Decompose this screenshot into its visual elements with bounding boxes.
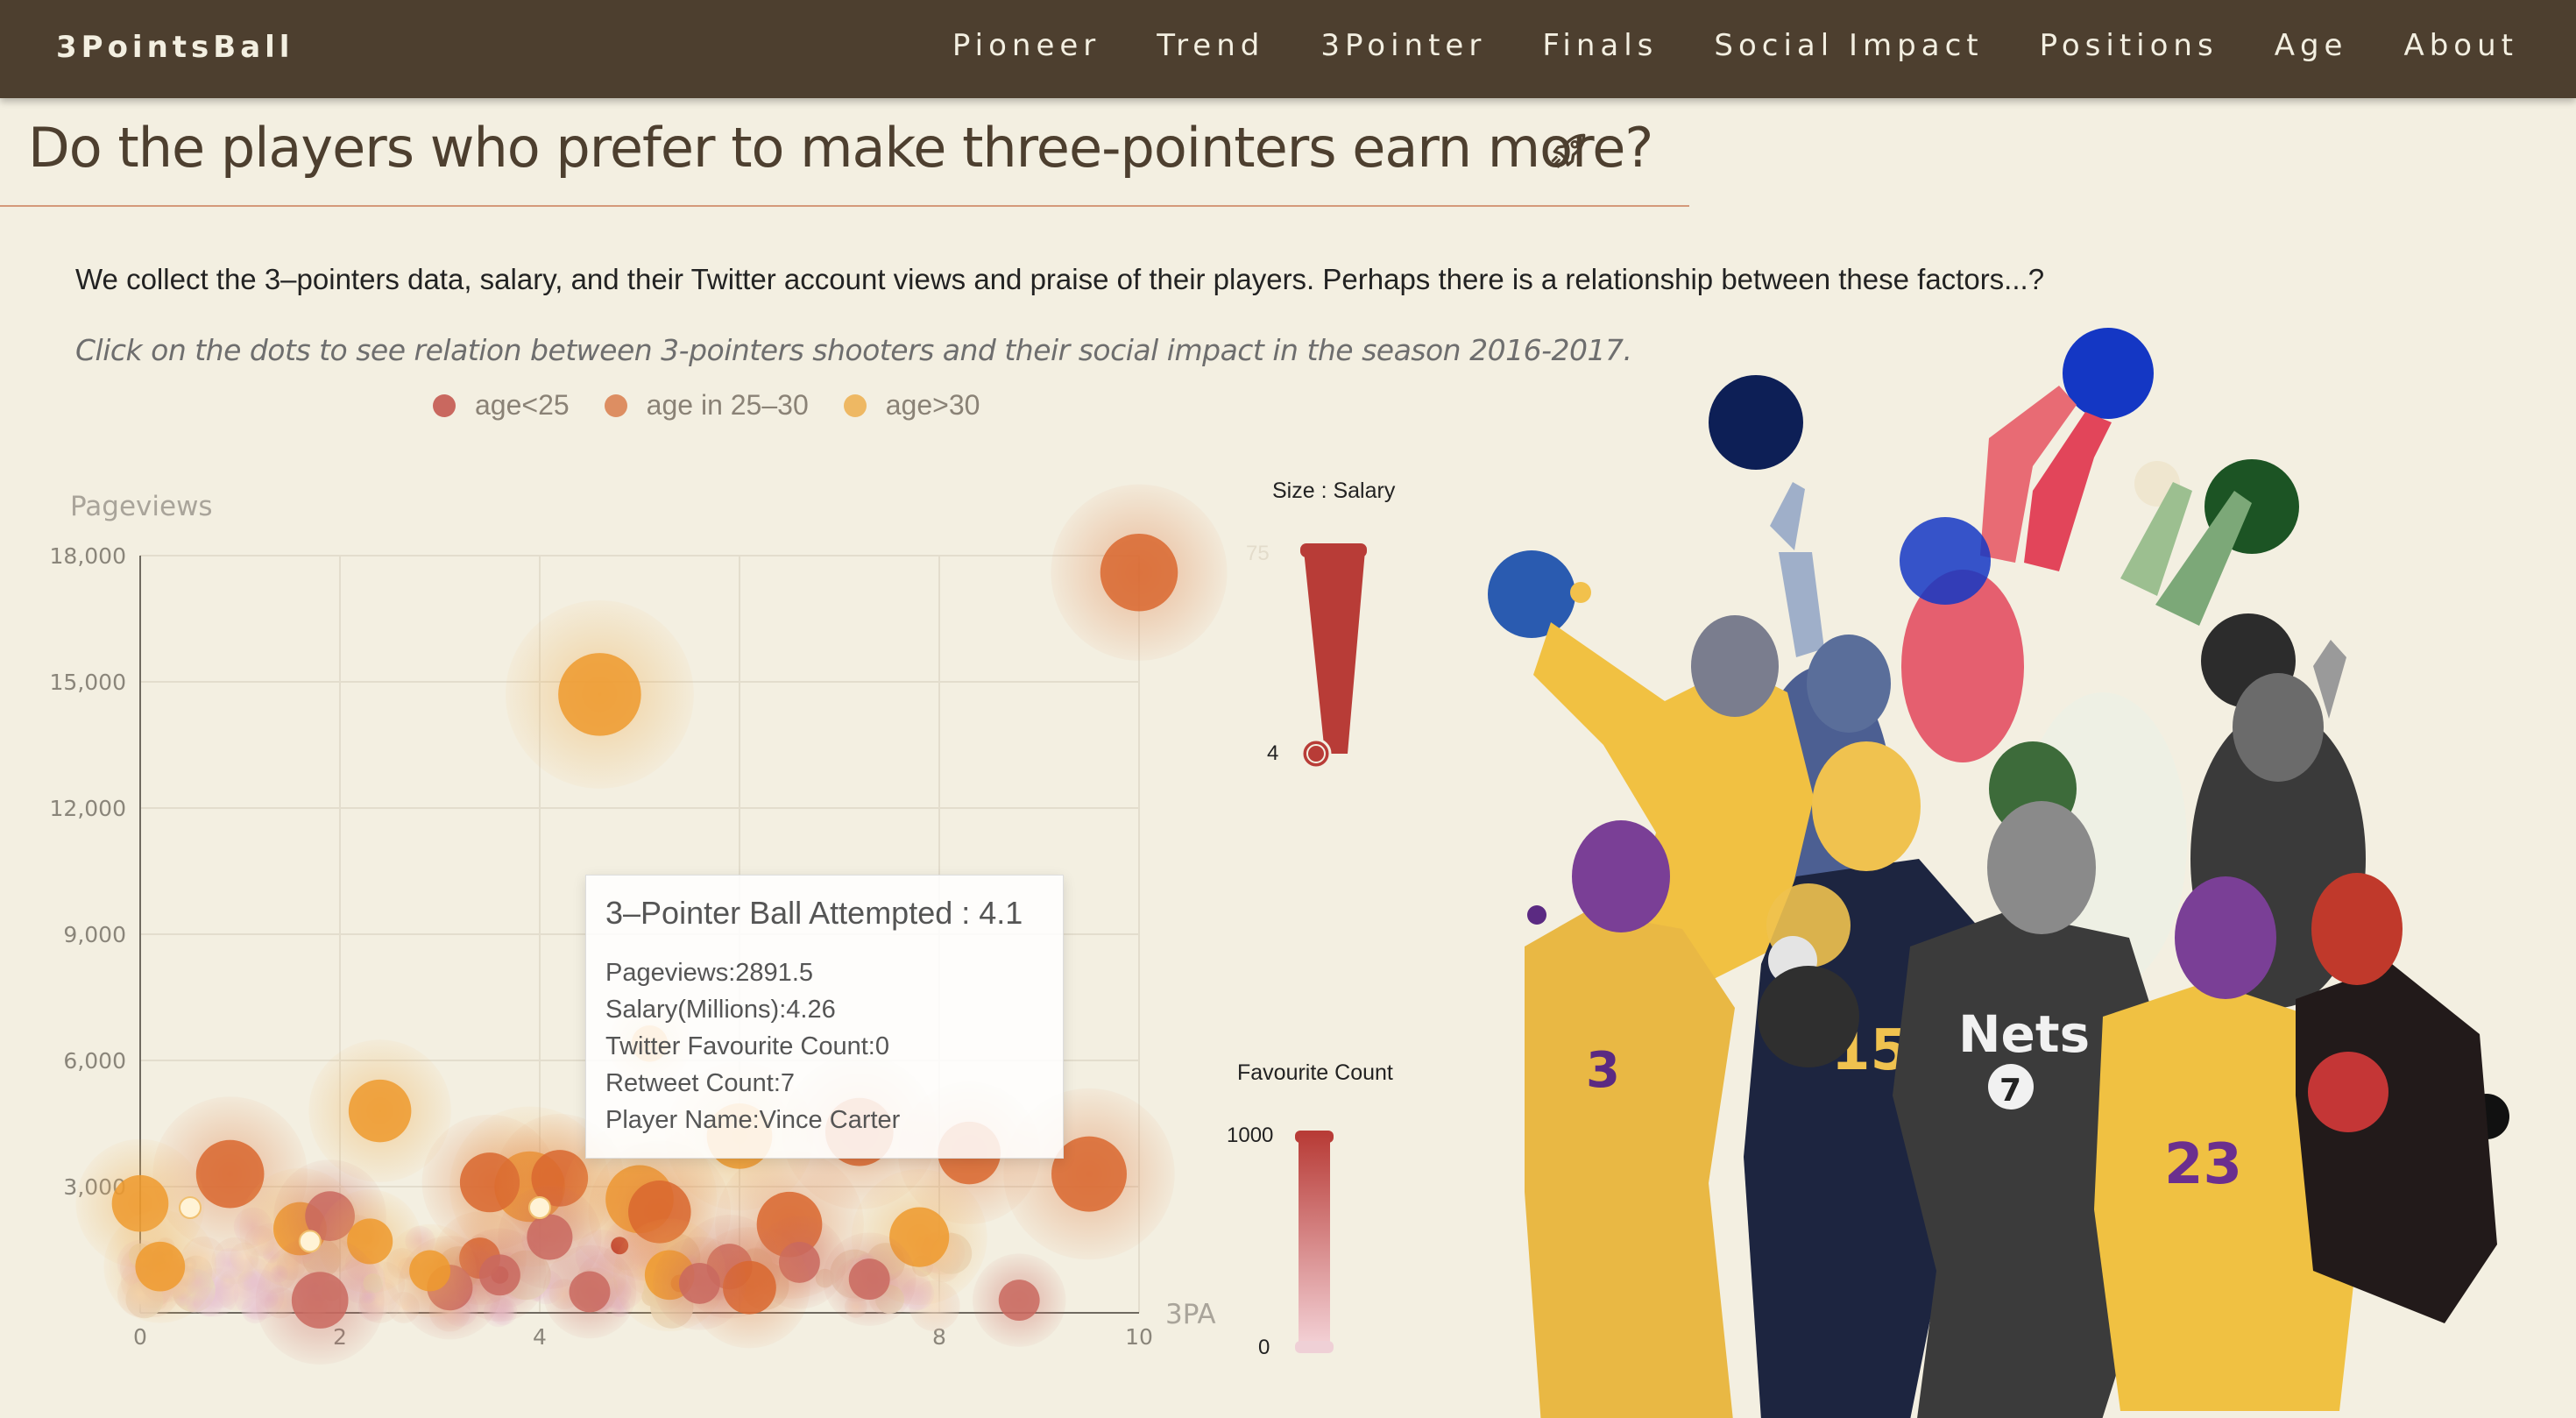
data-point[interactable]	[678, 1262, 720, 1304]
data-point[interactable]	[848, 1258, 890, 1301]
tooltip-favourite-count: Twitter Favourite Count:0	[605, 1032, 889, 1060]
legend-item-age-under-25[interactable]: age<25	[433, 389, 570, 422]
x-tick-label: 4	[533, 1324, 547, 1350]
basketball-circle	[1709, 375, 1803, 470]
data-point[interactable]	[348, 1079, 412, 1143]
legend-label: age in 25–30	[646, 389, 809, 421]
svg-text:3: 3	[1586, 1042, 1620, 1099]
rocket-icon	[1551, 133, 1586, 168]
favourite-map-title: Favourite Count	[1237, 1060, 1393, 1085]
chart-legend: age<25 age in 25–30 age>30	[433, 389, 1015, 422]
title-divider	[0, 205, 1689, 207]
highlighted-point[interactable]	[179, 1196, 202, 1219]
size-map-slider[interactable]	[1293, 540, 1367, 771]
nav-link-age[interactable]: Age	[2275, 28, 2348, 63]
x-axis-label: 3PA	[1165, 1299, 1216, 1330]
nav-links: Pioneer Trend 3Pointer Finals Social Imp…	[896, 28, 2518, 63]
basketball-circle	[1488, 550, 1575, 638]
point-tooltip: 3–Pointer Ball Attempted : 4.1 Pageviews…	[585, 875, 1064, 1159]
basketball-circle	[1527, 905, 1546, 925]
legend-dot	[843, 393, 867, 417]
nav-link-3pointer[interactable]: 3Pointer	[1320, 28, 1486, 63]
size-map-title: Size : Salary	[1272, 479, 1396, 503]
nav-link-finals[interactable]: Finals	[1542, 28, 1658, 63]
brand-logo[interactable]: 3PointsBall	[56, 30, 294, 65]
data-point[interactable]	[1100, 533, 1178, 612]
highlighted-point[interactable]	[298, 1230, 322, 1253]
nav-link-social-impact[interactable]: Social Impact	[1714, 28, 1983, 63]
y-axis-label: Pageviews	[70, 491, 213, 522]
tooltip-title: 3–Pointer Ball Attempted : 4.1	[605, 895, 1023, 931]
legend-dot	[433, 393, 456, 417]
nav-link-about[interactable]: About	[2403, 28, 2518, 63]
data-point[interactable]	[409, 1250, 451, 1292]
top-nav: 3PointsBall Pioneer Trend 3Pointer Final…	[0, 0, 2576, 98]
legend-label: age>30	[885, 389, 980, 421]
basketball-circle	[1570, 582, 1591, 603]
legend-label: age<25	[475, 389, 570, 421]
legend-item-age-over-30[interactable]: age>30	[843, 389, 980, 422]
svg-text:23: 23	[2164, 1132, 2242, 1197]
highlighted-point[interactable]	[528, 1196, 551, 1219]
favourite-map-max: 1000	[1227, 1124, 1274, 1147]
svg-text:Nets: Nets	[1958, 1004, 2090, 1064]
page-title: Do the players who prefer to make three-…	[28, 116, 1653, 180]
players-illustration: 3 15 Nets 7 23	[1488, 328, 2509, 1418]
nav-link-trend[interactable]: Trend	[1157, 28, 1264, 63]
favourite-map-slider[interactable]	[1292, 1127, 1337, 1357]
x-tick-label: 10	[1125, 1324, 1153, 1350]
data-point[interactable]	[478, 1254, 520, 1296]
tooltip-pageviews: Pageviews:2891.5	[605, 959, 813, 987]
tooltip-player-name: Player Name:Vince Carter	[605, 1106, 901, 1134]
data-point[interactable]	[291, 1272, 349, 1329]
legend-dot	[604, 393, 627, 417]
legend-item-age-25-30[interactable]: age in 25–30	[604, 389, 809, 422]
favourite-map-min: 0	[1258, 1336, 1270, 1359]
y-tick-label: 9,000	[63, 922, 126, 947]
x-tick-label: 0	[133, 1324, 147, 1350]
nav-link-pioneer[interactable]: Pioneer	[952, 28, 1100, 63]
y-tick-label: 18,000	[50, 543, 126, 569]
tooltip-salary: Salary(Millions):4.26	[605, 996, 836, 1024]
y-tick-label: 6,000	[63, 1048, 126, 1074]
data-point[interactable]	[135, 1241, 186, 1292]
hint-text: Click on the dots to see relation betwee…	[75, 333, 1632, 367]
intro-text: We collect the 3–pointers data, salary, …	[75, 263, 2045, 295]
data-point[interactable]	[558, 653, 641, 736]
data-point[interactable]	[569, 1271, 611, 1313]
size-map-max: 75	[1246, 542, 1270, 565]
y-tick-label: 15,000	[50, 670, 126, 695]
svg-text:7: 7	[1999, 1073, 2021, 1109]
tooltip-retweet-count: Retweet Count:7	[605, 1069, 796, 1097]
y-tick-label: 12,000	[50, 796, 126, 821]
nav-link-positions[interactable]: Positions	[2040, 28, 2219, 63]
size-map-min: 4	[1267, 741, 1279, 765]
data-point[interactable]	[998, 1280, 1040, 1322]
